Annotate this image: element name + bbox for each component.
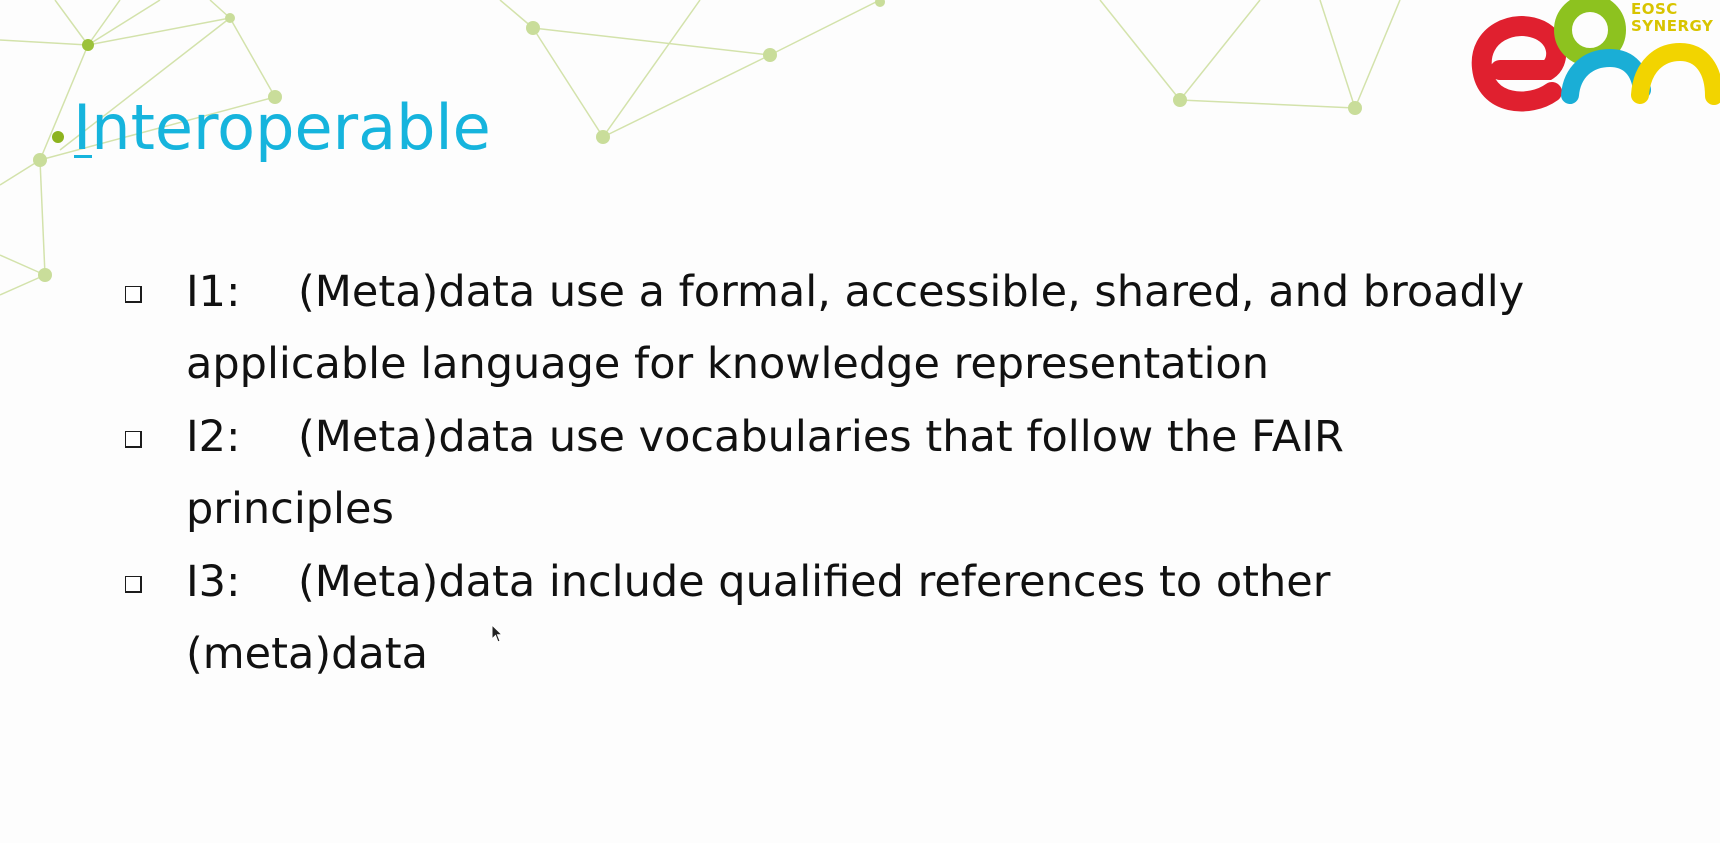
item-code: I1:	[186, 267, 241, 317]
logo-text-synergy: SYNERGY	[1631, 17, 1714, 35]
item-text-line1: (Meta)data use vocabularies that follow …	[298, 412, 1344, 462]
item-code: I3:	[186, 557, 241, 607]
item-text-line2: applicable language for knowledge repres…	[186, 339, 1269, 389]
mouse-cursor-icon	[491, 624, 504, 643]
list-item-i1: I1: (Meta)data use a formal, accessible, …	[120, 256, 1640, 406]
checkbox-icon	[125, 576, 142, 593]
slide: EOSC SYNERGY Interoperable I1: (Meta)data…	[0, 0, 1720, 843]
list-item-i2: I2: (Meta)data use vocabularies that foll…	[120, 401, 1640, 551]
slide-title: Interoperable	[73, 91, 491, 164]
list-item-line: I3: (Meta)data include qualified referenc…	[186, 546, 1330, 618]
title-underline	[74, 155, 92, 158]
checkbox-icon	[125, 286, 142, 303]
item-text-line2: principles	[186, 484, 394, 534]
item-text-line1: (Meta)data use a formal, accessible, sha…	[298, 267, 1525, 317]
item-text-line1: (Meta)data include qualified references …	[298, 557, 1331, 607]
item-code: I2:	[186, 412, 241, 462]
list-item-i3: I3: (Meta)data include qualified referenc…	[120, 546, 1640, 696]
title-bullet-icon	[52, 131, 64, 143]
logo-text-eosc: EOSC	[1631, 0, 1678, 18]
list-item-line: I2: (Meta)data use vocabularies that foll…	[186, 401, 1344, 473]
checkbox-icon	[125, 431, 142, 448]
list-item-line: I1: (Meta)data use a formal, accessible, …	[186, 256, 1524, 328]
item-text-line2: (meta)data	[186, 629, 428, 679]
